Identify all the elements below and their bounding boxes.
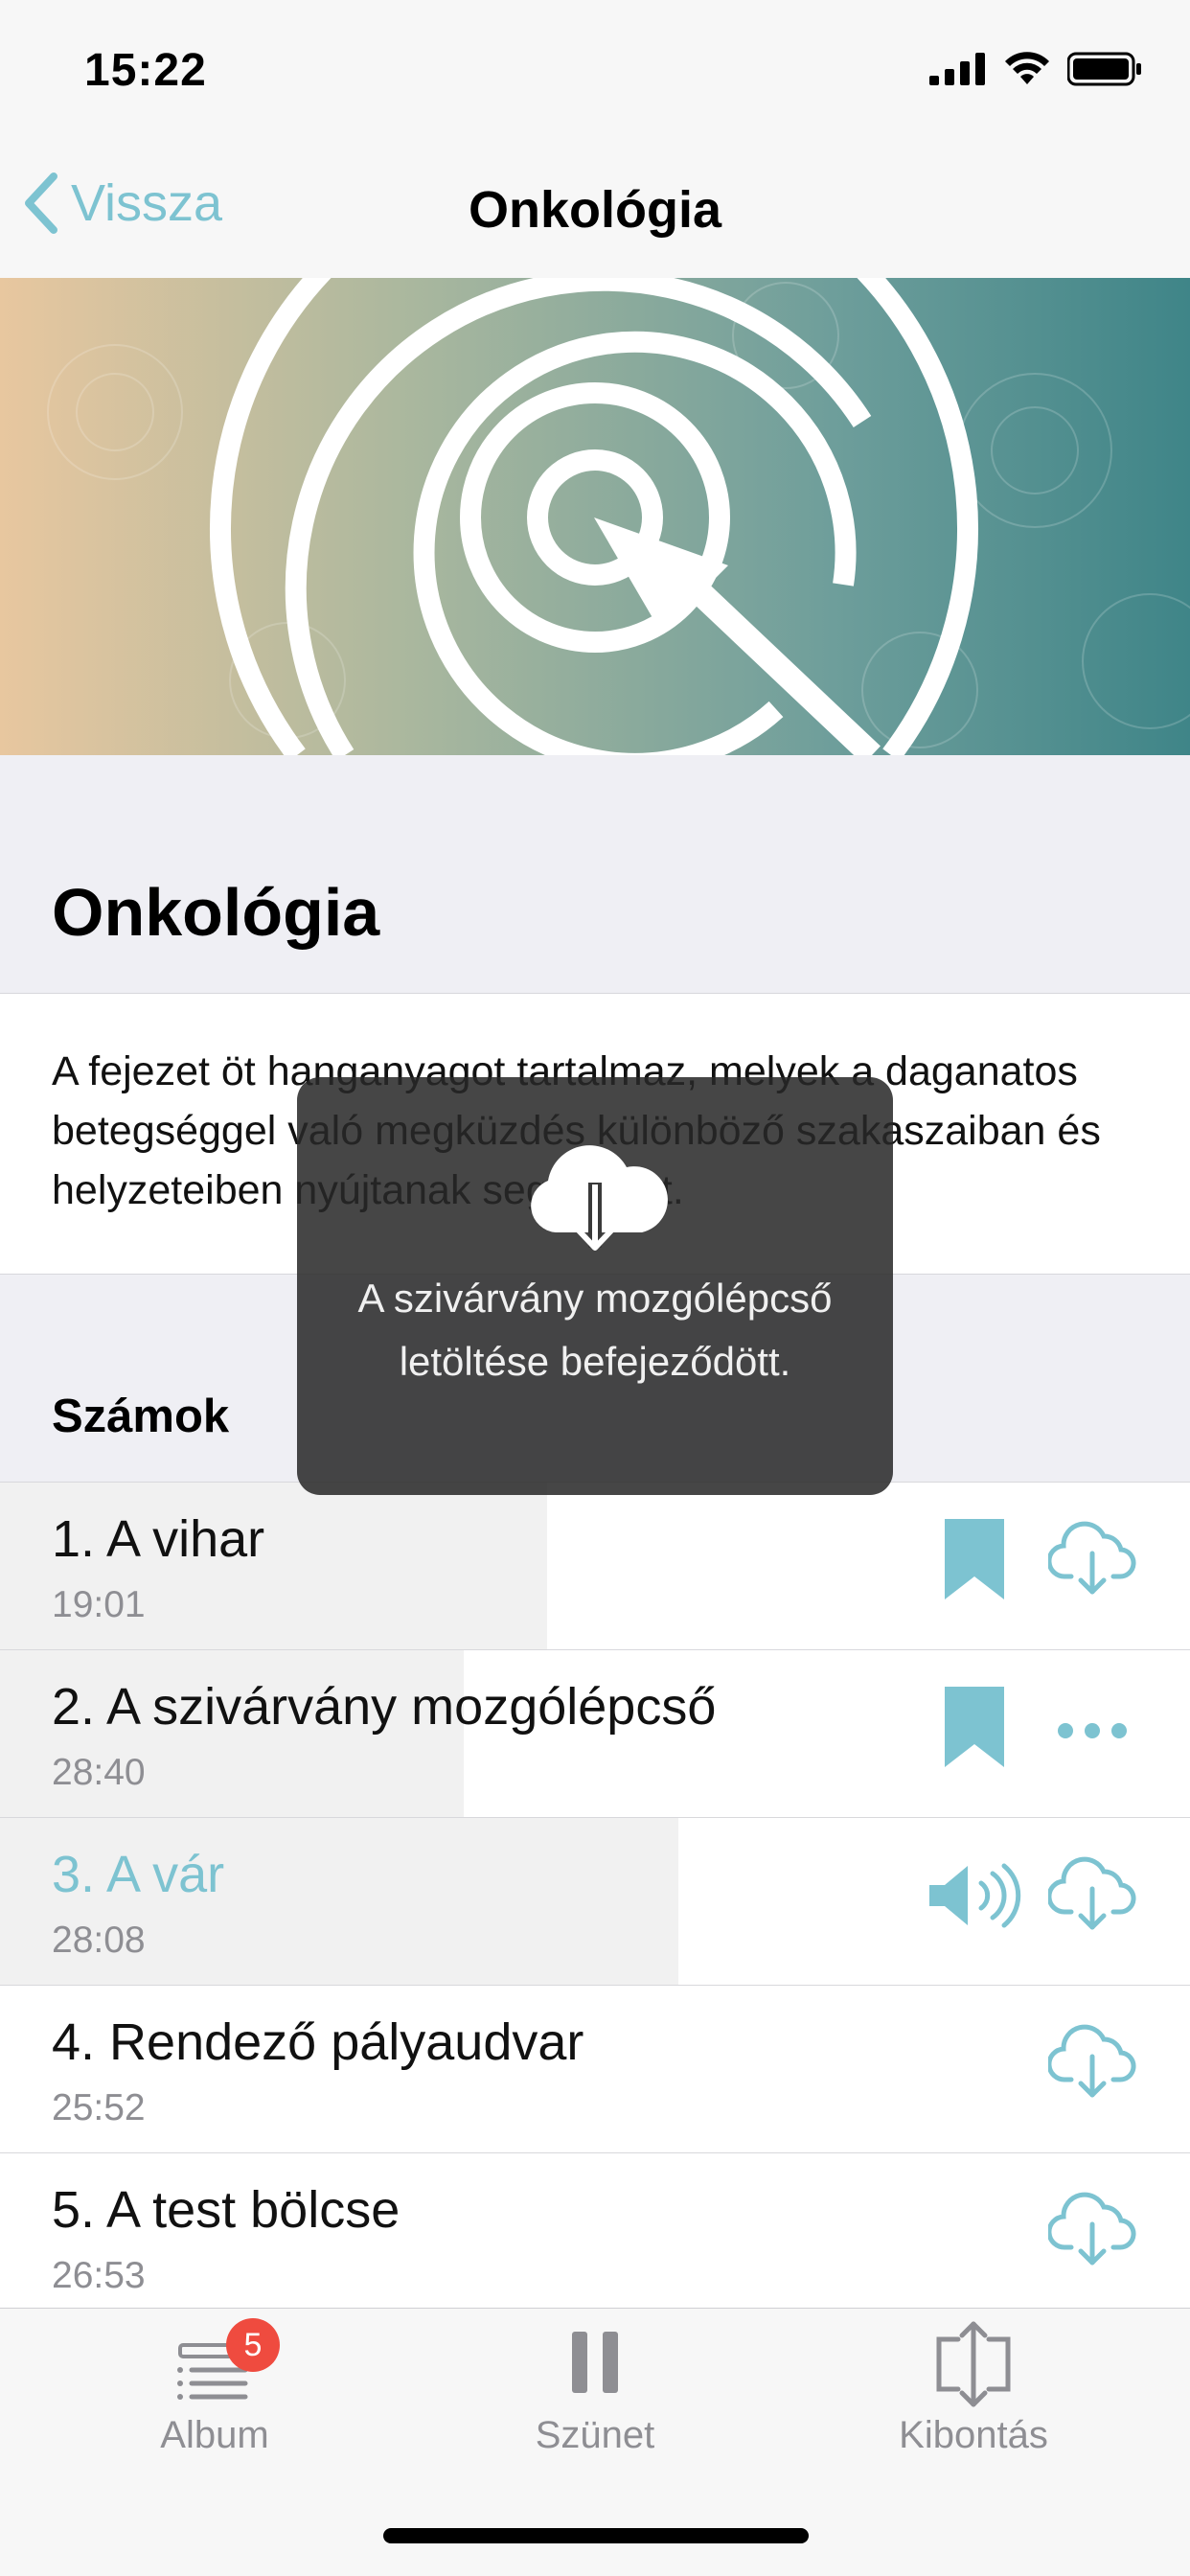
tab-expand-label: Kibontás	[899, 2414, 1048, 2456]
track-duration: 25:52	[52, 2087, 146, 2128]
tracks-header: Számok	[52, 1391, 230, 1442]
speaker-playing-icon	[929, 1863, 1021, 1928]
pause-icon	[572, 2332, 618, 2393]
section-title: Onkológia	[52, 875, 380, 950]
album-badge: 5	[226, 2318, 280, 2372]
track-title: 1. A vihar	[52, 1510, 265, 1568]
track-row-2[interactable]: 2. A szivárvány mozgólépcső 28:40	[0, 1650, 1190, 1818]
expand-icon	[936, 2321, 1011, 2407]
bookmark-icon[interactable]	[943, 1685, 1006, 1769]
track-title: 5. A test bölcse	[52, 2181, 400, 2239]
navigation-bar: Vissza Onkológia	[0, 144, 1190, 278]
track-title: 3. A vár	[52, 1846, 225, 1903]
cloud-download-icon	[531, 1145, 668, 1251]
track-duration: 26:53	[52, 2255, 146, 2296]
status-time: 15:22	[84, 45, 207, 96]
track-duration: 28:40	[52, 1752, 146, 1793]
bookmark-icon[interactable]	[943, 1517, 1006, 1601]
toast-message: A szivárvány mozgólépcső letöltése befej…	[357, 1276, 833, 1384]
track-list: 1. A vihar 19:01 2. A szivárvány mozgólé…	[0, 1482, 1190, 2321]
cloud-download-icon[interactable]	[1048, 1521, 1136, 1598]
wifi-icon	[1005, 52, 1049, 84]
more-icon[interactable]	[1054, 1719, 1131, 1742]
signal-icon	[929, 53, 985, 85]
cloud-download-icon[interactable]	[1048, 2024, 1136, 2101]
banner-image	[0, 278, 1190, 755]
tab-pause-label: Szünet	[535, 2414, 655, 2456]
track-row-1[interactable]: 1. A vihar 19:01	[0, 1483, 1190, 1650]
page-title: Onkológia	[468, 181, 721, 239]
track-row-3[interactable]: 3. A vár 28:08	[0, 1818, 1190, 1986]
download-complete-toast: A szivárvány mozgólépcső letöltése befej…	[297, 1077, 893, 1495]
cloud-download-icon[interactable]	[1048, 1856, 1136, 1933]
tab-album-label: Album	[160, 2414, 269, 2456]
track-title: 4. Rendező pályaudvar	[52, 2013, 584, 2071]
home-indicator	[383, 2528, 809, 2543]
cloud-download-icon[interactable]	[1048, 2192, 1136, 2268]
track-row-5[interactable]: 5. A test bölcse 26:53	[0, 2153, 1190, 2321]
track-row-4[interactable]: 4. Rendező pályaudvar 25:52	[0, 1986, 1190, 2153]
track-duration: 19:01	[52, 1584, 146, 1625]
battery-icon	[1067, 52, 1141, 86]
status-bar: 15:22	[0, 0, 1190, 144]
track-title: 2. A szivárvány mozgólépcső	[52, 1678, 717, 1736]
track-duration: 28:08	[52, 1920, 146, 1961]
status-icons	[929, 52, 1142, 86]
